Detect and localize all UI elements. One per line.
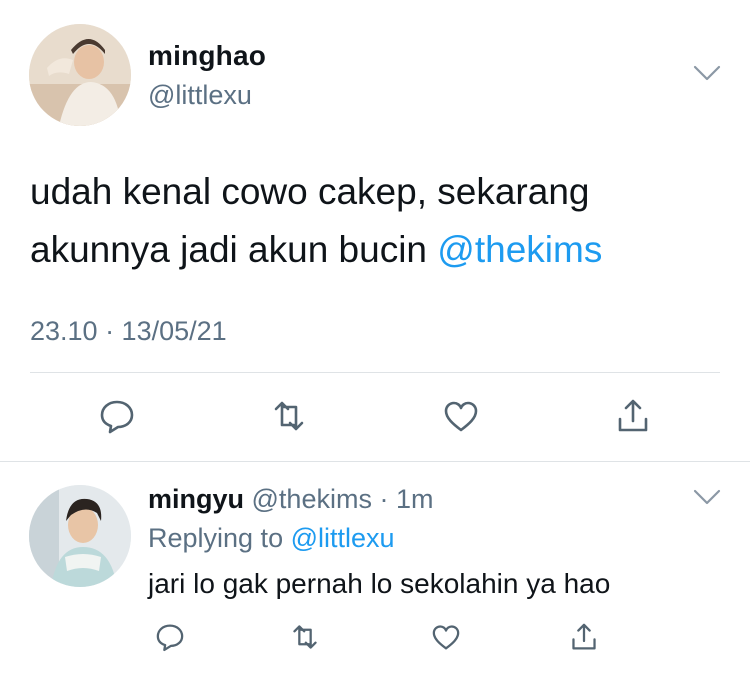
tweet-text-line: akunnya jadi akun bucin @thekims xyxy=(30,221,720,279)
retweet-icon[interactable] xyxy=(268,395,310,437)
replying-to-handle[interactable]: @littlexu xyxy=(291,523,395,553)
avatar[interactable] xyxy=(29,24,131,126)
like-icon[interactable] xyxy=(429,620,463,654)
reply-icon[interactable] xyxy=(96,395,138,437)
tweet-text: udah kenal cowo cakep, sekarang akunnya … xyxy=(30,163,720,279)
avatar[interactable] xyxy=(29,485,131,587)
tweet-timestamp[interactable]: 23.10 · 13/05/21 xyxy=(30,316,227,347)
reply-handle[interactable]: @thekims xyxy=(244,484,372,514)
separator-dot: · xyxy=(371,484,396,514)
author-handle[interactable]: @littlexu xyxy=(148,80,252,111)
reply-text: jari lo gak pernah lo sekolahin ya hao xyxy=(148,568,611,599)
reply-header: mingyu @thekims · 1m xyxy=(148,484,433,515)
mention-link[interactable]: @thekims xyxy=(437,229,602,270)
tweet-text-line: udah kenal cowo cakep, sekarang xyxy=(30,171,590,212)
share-icon[interactable] xyxy=(612,395,654,437)
divider xyxy=(0,461,750,462)
retweet-icon[interactable] xyxy=(288,620,322,654)
like-icon[interactable] xyxy=(440,395,482,437)
chevron-down-icon[interactable] xyxy=(693,488,721,506)
chevron-down-icon[interactable] xyxy=(693,64,721,82)
replying-to-label: Replying to xyxy=(148,523,291,553)
divider xyxy=(30,372,720,373)
reply-icon[interactable] xyxy=(153,620,187,654)
reply-display-name[interactable]: mingyu xyxy=(148,484,244,514)
reply-time[interactable]: 1m xyxy=(396,484,434,514)
replying-to: Replying to @littlexu xyxy=(148,523,395,554)
tweet-text-segment: akunnya jadi akun bucin xyxy=(30,229,438,270)
share-icon[interactable] xyxy=(567,620,601,654)
author-display-name[interactable]: minghao xyxy=(148,40,266,72)
